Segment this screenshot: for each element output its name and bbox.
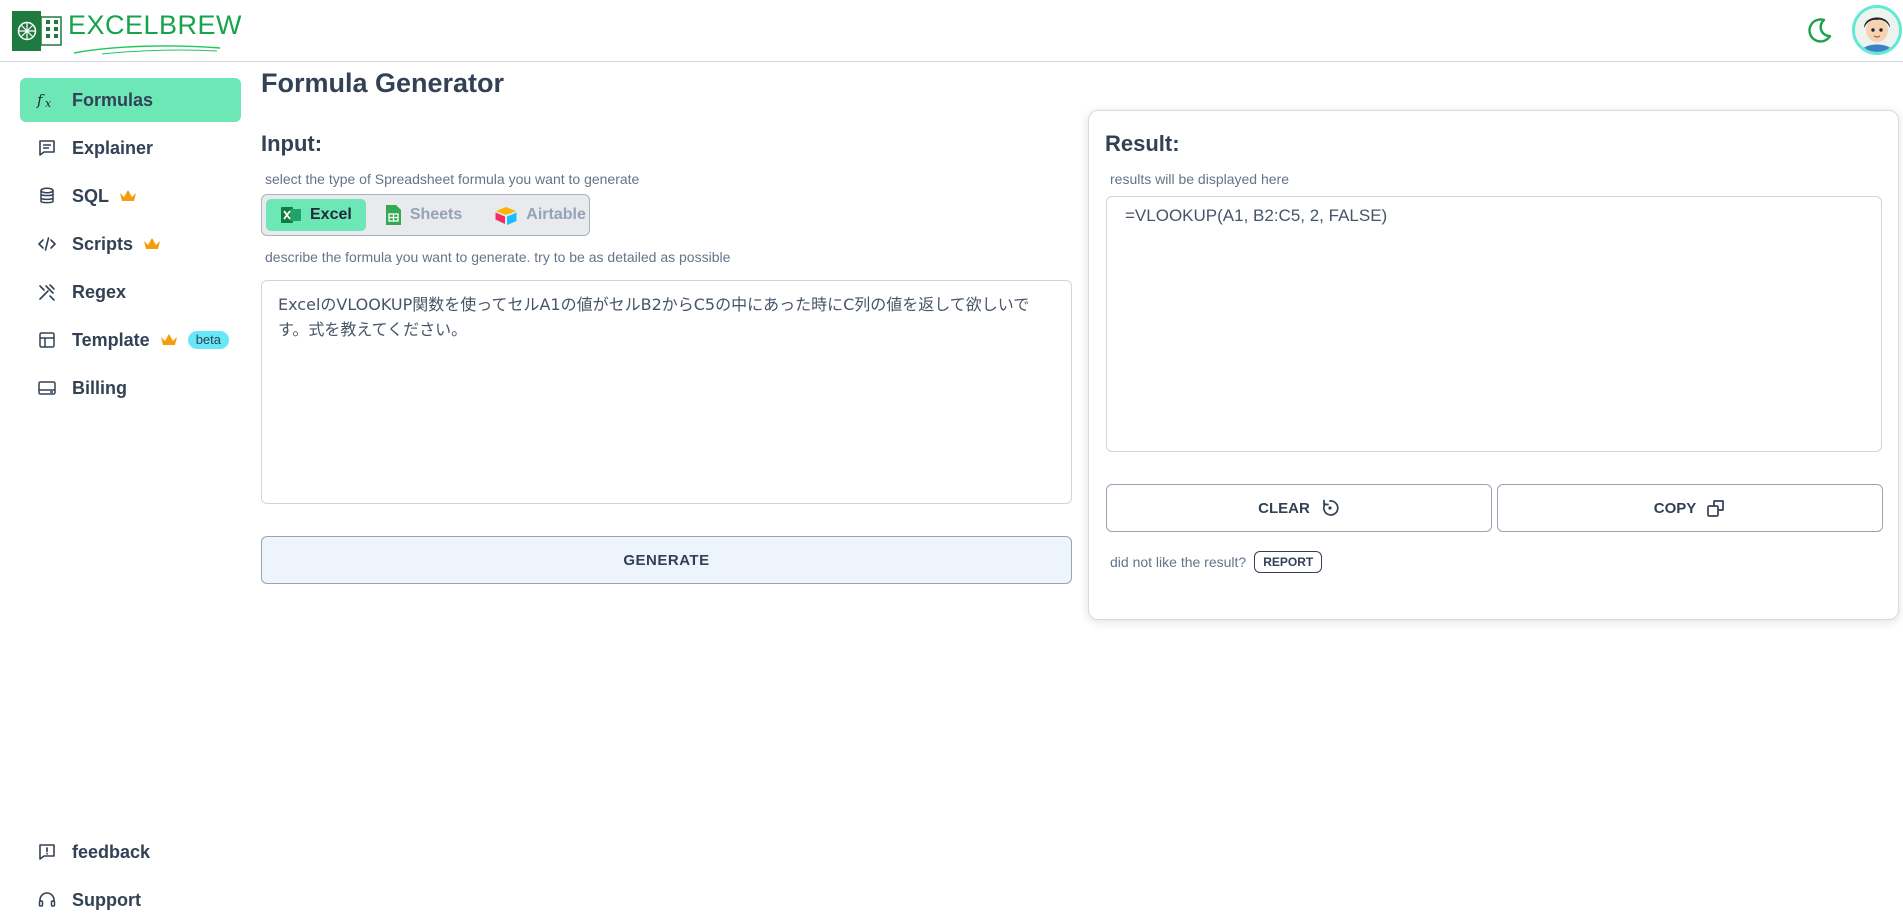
result-panel: Result: results will be displayed here =… <box>1088 110 1899 620</box>
result-output[interactable]: =VLOOKUP(A1, B2:C5, 2, FALSE) <box>1106 196 1882 452</box>
svg-text:f: f <box>36 91 45 109</box>
headset-icon <box>36 889 58 911</box>
top-bar: EXCELBREW <box>0 0 1903 62</box>
svg-text:x: x <box>45 97 52 110</box>
copy-button-label: COPY <box>1653 499 1697 517</box>
premium-crown-icon <box>143 237 161 251</box>
formula-description-input[interactable]: ExcelのVLOOKUP関数を使ってセルA1の値がセルB2からC5の中にあった… <box>261 280 1072 504</box>
sidebar-item-formulas[interactable]: fx Formulas <box>20 78 241 122</box>
sidebar-item-label: SQL <box>72 185 110 206</box>
code-icon <box>36 233 58 255</box>
formula-type-selector: Excel Sheets Airtable <box>261 194 590 236</box>
sidebar-item-label: feedback <box>72 841 151 862</box>
sidebar-item-support[interactable]: Support <box>20 878 241 921</box>
generate-button[interactable]: GENERATE <box>261 536 1072 584</box>
table-grid-icon <box>36 329 58 351</box>
dark-mode-toggle-moon-icon[interactable] <box>1804 16 1834 46</box>
type-option-label: Sheets <box>409 206 463 223</box>
sidebar-item-label: Formulas <box>72 89 154 110</box>
sidebar-item-label: Billing <box>72 377 127 398</box>
user-avatar[interactable] <box>1852 5 1902 55</box>
report-row: did not like the result? REPORT <box>1110 551 1323 573</box>
clear-button-label: CLEAR <box>1258 499 1310 517</box>
message-lines-icon <box>36 137 58 159</box>
sidebar-item-label: Regex <box>72 281 127 302</box>
feedback-icon <box>36 841 58 863</box>
type-option-label: Airtable <box>526 206 586 223</box>
clear-button[interactable]: CLEAR <box>1106 484 1492 532</box>
card-icon <box>36 377 58 399</box>
report-prompt: did not like the result? <box>1110 554 1247 570</box>
logo-swoosh-icon <box>73 45 221 55</box>
copy-icon <box>1706 498 1726 518</box>
report-button[interactable]: REPORT <box>1254 551 1323 573</box>
database-icon <box>36 185 58 207</box>
result-hint: results will be displayed here <box>1110 171 1289 187</box>
premium-crown-icon <box>119 189 137 203</box>
result-heading: Result: <box>1105 131 1180 156</box>
sidebar-bottom-nav: feedback Support <box>20 830 241 921</box>
sidebar-nav: fx Formulas Explainer SQL Scripts Regex … <box>20 78 241 414</box>
sidebar-item-sql[interactable]: SQL <box>20 174 241 218</box>
sidebar-item-label: Support <box>72 889 141 910</box>
sidebar-item-billing[interactable]: Billing <box>20 366 241 410</box>
input-heading: Input: <box>261 131 323 156</box>
sidebar-item-explainer[interactable]: Explainer <box>20 126 241 170</box>
excelbrew-logo[interactable]: EXCELBREW <box>12 8 243 55</box>
regex-tools-icon <box>36 281 58 303</box>
excel-icon <box>280 205 302 225</box>
type-option-excel[interactable]: Excel <box>266 199 366 231</box>
sidebar-item-feedback[interactable]: feedback <box>20 830 241 874</box>
sheets-icon <box>384 204 402 226</box>
premium-crown-icon <box>160 333 178 347</box>
brand-name: EXCELBREW <box>68 9 243 40</box>
describe-hint: describe the formula you want to generat… <box>265 249 731 265</box>
type-option-sheets[interactable]: Sheets <box>370 199 476 231</box>
copy-button[interactable]: COPY <box>1497 484 1883 532</box>
type-hint: select the type of Spreadsheet formula y… <box>265 171 640 187</box>
sidebar-item-label: Template <box>72 329 150 350</box>
airtable-icon <box>494 205 518 225</box>
logo-mark-icon <box>12 8 62 54</box>
sidebar-item-template[interactable]: Template beta <box>20 318 241 362</box>
sidebar-item-label: Explainer <box>72 137 154 158</box>
sidebar-item-scripts[interactable]: Scripts <box>20 222 241 266</box>
reset-icon <box>1320 498 1340 518</box>
beta-badge: beta <box>187 331 229 349</box>
function-icon: fx <box>36 89 58 111</box>
sidebar-item-regex[interactable]: Regex <box>20 270 241 314</box>
sidebar-item-label: Scripts <box>72 233 134 254</box>
type-option-label: Excel <box>310 206 352 223</box>
type-option-airtable[interactable]: Airtable <box>480 199 600 231</box>
page-title: Formula Generator <box>261 68 505 98</box>
